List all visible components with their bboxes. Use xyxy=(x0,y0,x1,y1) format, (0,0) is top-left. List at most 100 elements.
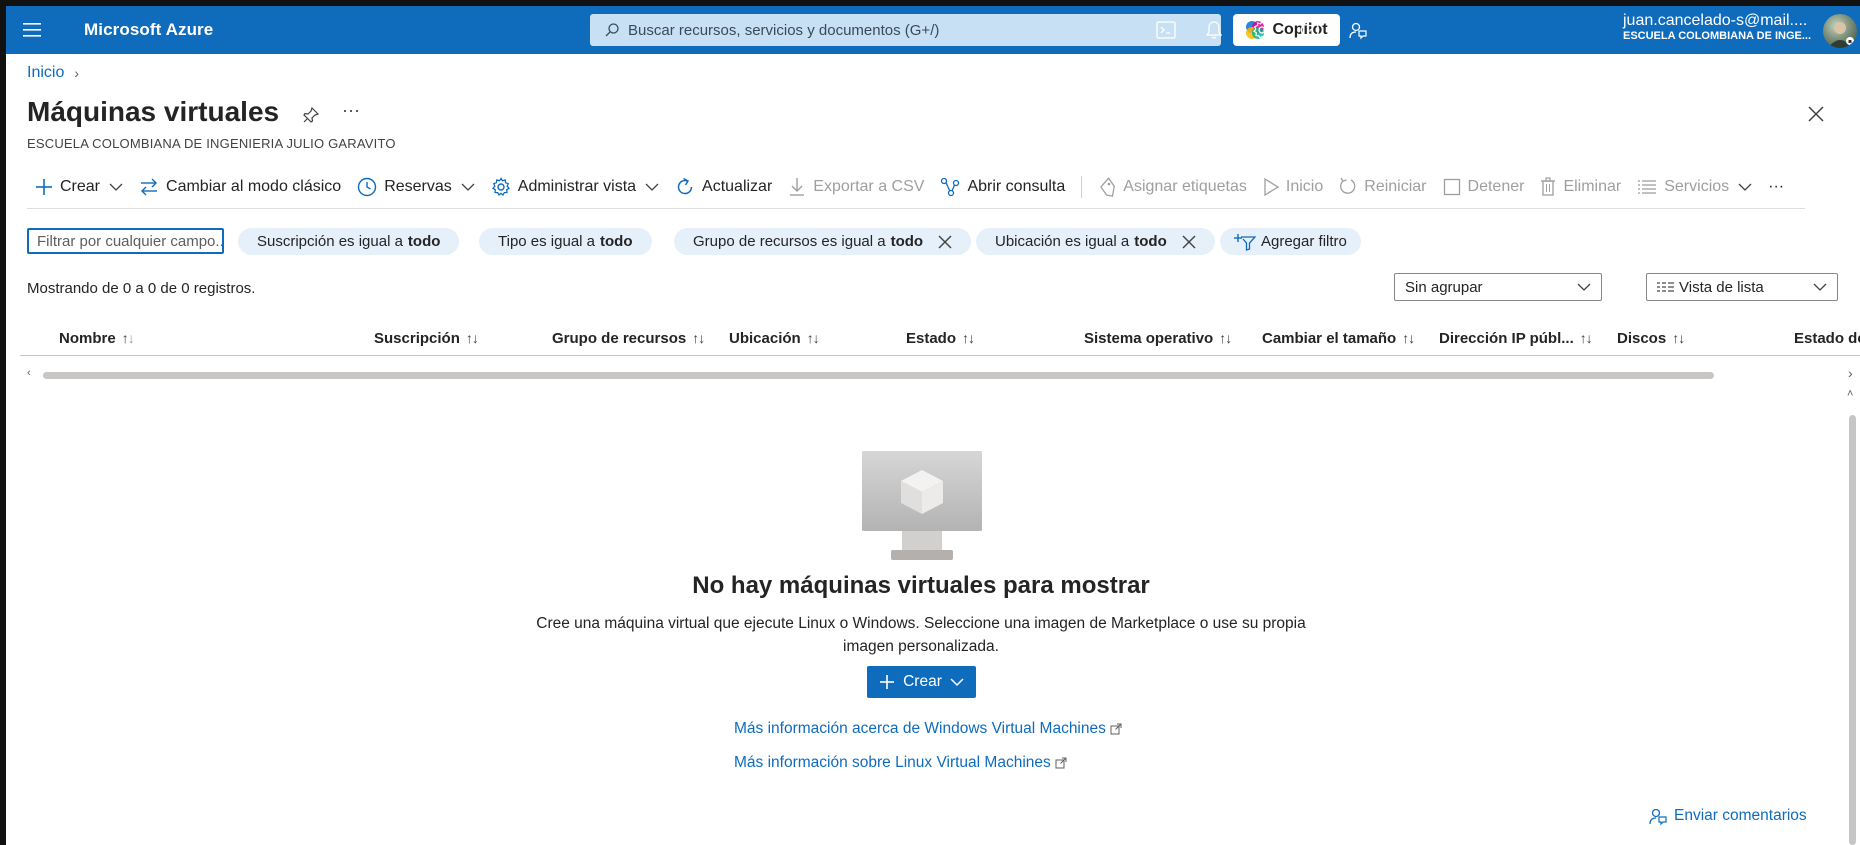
sort-icon: ↑↓ xyxy=(465,330,479,346)
column-header-disks[interactable]: Discos ↑↓ xyxy=(1617,320,1685,356)
send-feedback-link[interactable]: Enviar comentarios xyxy=(1648,806,1807,826)
feedback-icon xyxy=(1649,808,1667,826)
column-header-os[interactable]: Sistema operativo ↑↓ xyxy=(1084,320,1232,356)
column-label: Sistema operativo xyxy=(1084,329,1214,347)
pill-label: Tipo es igual a xyxy=(498,233,596,250)
classic-mode-button[interactable]: Cambiar al modo clásico xyxy=(131,170,349,204)
column-header-state[interactable]: Estado de xyxy=(1794,320,1860,356)
record-count: Mostrando de 0 a 0 de 0 registros. xyxy=(27,280,256,297)
sort-icon: ↑↓ xyxy=(1402,330,1415,346)
account-info[interactable]: juan.cancelado-s@mail.... ESCUELA COLOMB… xyxy=(1623,12,1811,43)
toolbar-more-button[interactable]: ··· xyxy=(1760,170,1792,204)
toolbar-divider xyxy=(1081,176,1083,198)
more-options-icon[interactable]: ··· xyxy=(342,100,360,121)
column-label: Ubicación xyxy=(729,329,801,347)
delete-label: Eliminar xyxy=(1563,178,1622,195)
scroll-left-arrow[interactable]: ‹ xyxy=(27,367,31,379)
help-icon[interactable] xyxy=(1290,14,1330,46)
filter-pill-type[interactable]: Tipo es igual a todo xyxy=(479,228,652,255)
stop-icon xyxy=(1443,178,1460,196)
column-header-resource-group[interactable]: Grupo de recursos ↑↓ xyxy=(552,320,705,356)
start-button[interactable]: Inicio xyxy=(1255,170,1331,204)
scroll-up-arrow[interactable]: ˄ xyxy=(1847,388,1853,400)
filter-pill-location[interactable]: Ubicación es igual a todo xyxy=(976,228,1215,255)
delete-button[interactable]: Eliminar xyxy=(1532,170,1629,204)
reservations-label: Reservas xyxy=(384,178,452,195)
column-header-name[interactable]: Nombre ↑↓ xyxy=(59,320,135,356)
notifications-icon[interactable] xyxy=(1194,14,1234,46)
assign-tags-button[interactable]: Asignar etiquetas xyxy=(1090,170,1255,204)
close-icon[interactable] xyxy=(1808,106,1824,127)
column-header-subscription[interactable]: Suscripción ↑↓ xyxy=(374,320,479,356)
sort-icon: ↑↓ xyxy=(1579,330,1593,346)
close-icon[interactable] xyxy=(938,235,952,249)
column-label: Estado de xyxy=(1794,329,1860,347)
external-link-icon xyxy=(1110,723,1122,735)
chevron-down-icon xyxy=(1738,183,1752,191)
export-csv-button[interactable]: Exportar a CSV xyxy=(780,170,932,204)
view-value: Vista de lista xyxy=(1679,278,1764,296)
scroll-right-arrow[interactable]: › xyxy=(1848,365,1853,381)
settings-gear-icon[interactable] xyxy=(1242,14,1282,46)
filter-input[interactable]: Filtrar por cualquier campo... xyxy=(27,228,224,254)
services-label: Servicios xyxy=(1664,178,1730,195)
column-header-size[interactable]: Cambiar el tamaño ↑↓ xyxy=(1262,320,1415,356)
feedback-icon[interactable] xyxy=(1338,14,1378,46)
filter-pill-resource-group[interactable]: Grupo de recursos es igual a todo xyxy=(674,228,972,255)
add-filter-button[interactable]: Agregar filtro xyxy=(1220,228,1361,255)
global-search-input[interactable]: Buscar recursos, servicios y documentos … xyxy=(590,14,1221,46)
close-icon[interactable] xyxy=(1182,235,1196,249)
empty-state-create-button[interactable]: Crear xyxy=(867,666,976,698)
services-button[interactable]: Servicios xyxy=(1629,170,1760,204)
refresh-icon xyxy=(677,177,693,195)
restart-button[interactable]: Reiniciar xyxy=(1331,170,1434,204)
column-header-location[interactable]: Ubicación ↑↓ xyxy=(729,320,820,356)
add-filter-icon xyxy=(1234,233,1256,251)
pin-icon[interactable] xyxy=(302,106,320,129)
chevron-down-icon xyxy=(461,183,475,191)
column-header-public-ip[interactable]: Dirección IP públ... ↑↓ xyxy=(1439,320,1593,356)
open-query-button[interactable]: Abrir consulta xyxy=(932,170,1073,204)
menu-icon[interactable] xyxy=(6,6,58,54)
external-link-icon xyxy=(1055,757,1067,769)
stop-button[interactable]: Detener xyxy=(1435,170,1533,204)
add-filter-label: Agregar filtro xyxy=(1261,233,1347,250)
avatar[interactable] xyxy=(1823,14,1857,48)
list-icon xyxy=(1638,180,1657,194)
chevron-down-icon xyxy=(1577,283,1591,291)
toolbar-divider-line xyxy=(27,208,1805,209)
manage-view-button[interactable]: Administrar vista xyxy=(483,170,667,204)
vertical-scrollbar[interactable] xyxy=(1849,415,1856,845)
sort-icon: ↑↓ xyxy=(962,330,975,346)
brand-title[interactable]: Microsoft Azure xyxy=(84,20,213,40)
top-bar: Microsoft Azure Buscar recursos, servici… xyxy=(6,6,1860,54)
grid-header: Nombre ↑↓ Suscripción ↑↓ Grupo de recurs… xyxy=(20,320,1860,356)
sort-icon: ↑↓ xyxy=(1672,330,1685,346)
account-email: juan.cancelado-s@mail.... xyxy=(1623,12,1808,29)
reservations-button[interactable]: Reservas xyxy=(349,170,483,204)
switch-arrows-icon xyxy=(141,178,158,196)
window-frame-left xyxy=(0,0,6,845)
assign-tags-label: Asignar etiquetas xyxy=(1123,178,1247,195)
cloud-shell-icon[interactable] xyxy=(1146,14,1186,46)
windows-vm-info-link[interactable]: Más información acerca de Windows Virtua… xyxy=(734,720,1122,738)
grouping-dropdown[interactable]: Sin agrupar xyxy=(1394,273,1602,301)
column-label: Suscripción xyxy=(374,329,460,347)
view-dropdown[interactable]: Vista de lista xyxy=(1646,273,1838,301)
create-label: Crear xyxy=(903,673,942,690)
manage-view-label: Administrar vista xyxy=(517,178,637,195)
linux-vm-info-link[interactable]: Más información sobre Linux Virtual Mach… xyxy=(734,754,1067,772)
sort-icon: ↑↓ xyxy=(121,330,135,346)
pill-value: todo xyxy=(407,233,441,250)
create-button[interactable]: Crear xyxy=(27,170,131,204)
filter-pill-subscription[interactable]: Suscripción es igual a todo xyxy=(238,228,460,255)
column-label: Discos xyxy=(1617,329,1667,347)
breadcrumb-home-link[interactable]: Inicio xyxy=(27,64,64,82)
column-header-status[interactable]: Estado ↑↓ xyxy=(906,320,975,356)
refresh-button[interactable]: Actualizar xyxy=(667,170,780,204)
horizontal-scrollbar[interactable] xyxy=(43,372,1714,379)
breadcrumb: Inicio › xyxy=(27,64,79,82)
column-label: Dirección IP públ... xyxy=(1439,329,1574,347)
empty-state-description: Cree una máquina virtual que ejecute Lin… xyxy=(536,615,1306,655)
sort-icon: ↑↓ xyxy=(692,330,705,346)
